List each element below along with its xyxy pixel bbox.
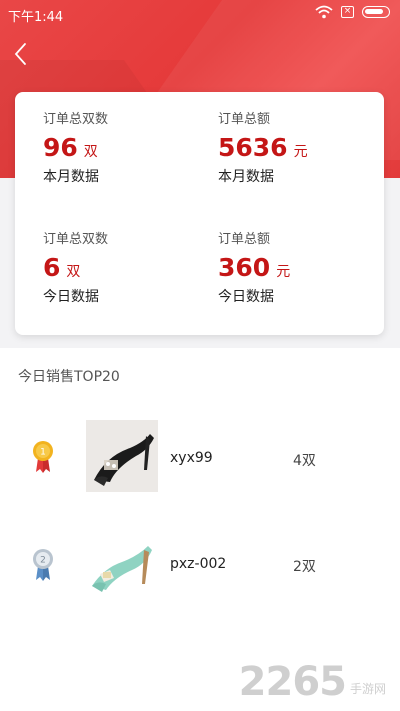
watermark-number: 2265: [238, 659, 347, 705]
stat-label: 订单总额: [218, 112, 271, 127]
stat-month-amount: 订单总额 5636 元 本月数据: [218, 108, 378, 186]
wifi-icon: [315, 5, 333, 19]
stat-unit: 双: [66, 264, 81, 280]
stat-number: 6: [43, 253, 61, 282]
watermark: 2265 手游网: [239, 659, 386, 705]
ranking-title: 今日销售TOP20: [18, 369, 120, 385]
stat-value: 96 双: [43, 133, 203, 162]
stat-label: 订单总额: [218, 232, 271, 247]
stat-period: 本月数据: [218, 169, 274, 185]
mint-heel-shoe-image: [86, 528, 158, 600]
stat-label: 订单总双数: [43, 232, 109, 247]
stat-period: 本月数据: [43, 169, 99, 185]
status-bar: 下午1:44 ×: [0, 0, 400, 28]
stat-value: 5636 元: [218, 133, 378, 162]
status-icons: ×: [315, 5, 390, 19]
product-name: pxz-002: [170, 556, 227, 572]
ranking-item[interactable]: 2 pxz-002 2双: [0, 524, 400, 604]
rank-number: 2: [40, 556, 46, 566]
stat-unit: 双: [83, 144, 98, 160]
status-time: 下午1:44: [8, 10, 64, 25]
rank-number: 1: [40, 448, 46, 458]
back-arrow-icon[interactable]: [10, 40, 34, 68]
black-heel-shoe-image: [86, 420, 158, 492]
stat-unit: 元: [276, 264, 291, 280]
stat-number: 360: [218, 253, 271, 282]
stat-number: 96: [43, 133, 78, 162]
ranking-item[interactable]: 1 xyx99 4双: [0, 418, 400, 498]
stats-card: 订单总双数 96 双 本月数据 订单总额 5636 元 本月数据 订单总双数 6双 …: [15, 92, 384, 335]
stat-value: 360 元: [218, 253, 378, 282]
stat-label: 订单总双数: [43, 112, 109, 127]
stat-month-pairs: 订单总双数 96 双 本月数据: [43, 108, 203, 186]
product-quantity: 2双: [293, 559, 316, 575]
battery-icon: [362, 6, 390, 18]
product-name: xyx99: [170, 450, 213, 466]
watermark-site: 手游网: [349, 682, 386, 696]
stat-today-amount: 订单总额 360 元 今日数据: [218, 228, 378, 306]
silver-medal-icon: 2: [33, 549, 53, 581]
gold-medal-icon: 1: [33, 441, 53, 473]
stat-value: 6双: [43, 253, 203, 282]
stat-number: 5636: [218, 133, 288, 162]
stat-period: 今日数据: [218, 289, 274, 305]
stat-period: 今日数据: [43, 289, 99, 305]
sim-icon: ×: [341, 6, 354, 18]
stat-today-pairs: 订单总双数 6双 今日数据: [43, 228, 203, 306]
product-quantity: 4双: [293, 453, 316, 469]
stat-unit: 元: [293, 144, 308, 160]
